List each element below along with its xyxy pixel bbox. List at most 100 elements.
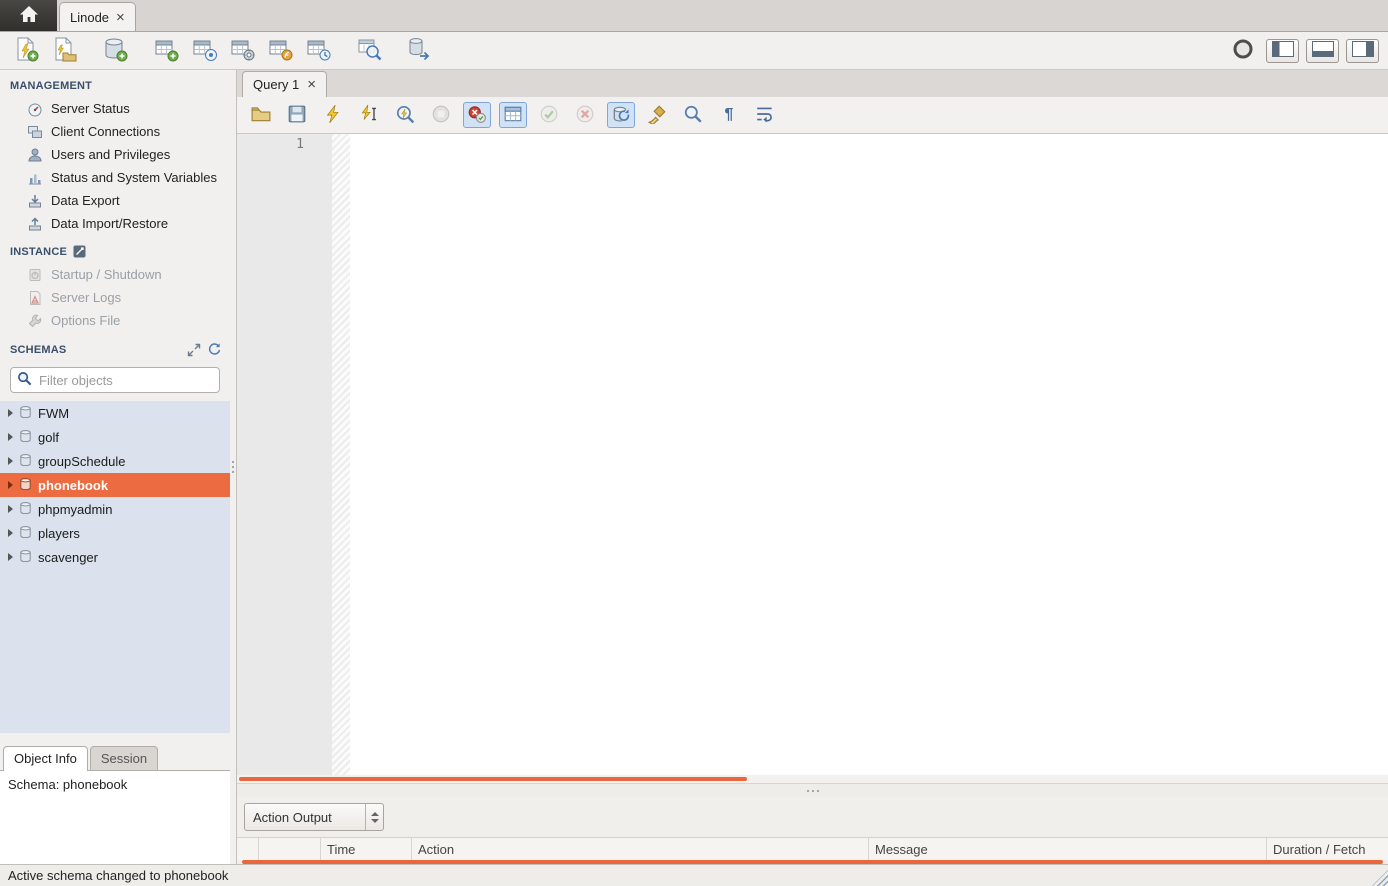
create-table-button[interactable]	[149, 36, 182, 66]
execute-statement-button[interactable]	[355, 102, 383, 128]
column-header-status[interactable]	[237, 838, 259, 860]
expander-icon[interactable]	[8, 505, 13, 513]
tab-label: Session	[101, 751, 147, 766]
new-query-tab-button[interactable]	[9, 36, 42, 66]
limit-rows-button[interactable]	[499, 102, 527, 128]
expander-icon[interactable]	[8, 457, 13, 465]
expander-icon[interactable]	[8, 553, 13, 561]
line-number: 1	[296, 137, 304, 152]
toggle-sidebar-icon	[1272, 41, 1294, 60]
toggle-secondary-sidebar-button[interactable]	[1346, 39, 1379, 63]
data-export-icon	[26, 193, 43, 209]
sidebar-item-options-file[interactable]: Options File	[0, 309, 230, 332]
column-header-duration[interactable]: Duration / Fetch	[1267, 838, 1388, 860]
sidebar-item-system-variables[interactable]: Status and System Variables	[0, 166, 230, 189]
close-icon[interactable]: ×	[116, 10, 125, 25]
create-event-button[interactable]	[301, 36, 334, 66]
sidebar-item-users-privileges[interactable]: Users and Privileges	[0, 143, 230, 166]
sql-editor: 1	[237, 134, 1388, 775]
column-header-index[interactable]	[259, 838, 321, 860]
main-toolbar	[0, 32, 1388, 70]
expander-icon[interactable]	[8, 409, 13, 417]
open-sql-file-button[interactable]	[247, 102, 275, 128]
tab-session[interactable]: Session	[90, 746, 158, 771]
expander-icon[interactable]	[8, 433, 13, 441]
search-table-data-button[interactable]	[352, 36, 385, 66]
column-header-action[interactable]: Action	[412, 838, 869, 860]
sidebar-item-data-import[interactable]: Data Import/Restore	[0, 212, 230, 235]
toggle-output-panel-button[interactable]	[1306, 39, 1339, 63]
sidebar-item-server-logs[interactable]: Server Logs	[0, 286, 230, 309]
execute-script-button[interactable]	[319, 102, 347, 128]
search-table-data-icon	[356, 36, 382, 65]
object-info-text: Schema: phonebook	[8, 777, 127, 792]
open-sql-script-button[interactable]	[47, 36, 80, 66]
resize-grip[interactable]	[1372, 870, 1388, 886]
tab-object-info[interactable]: Object Info	[3, 746, 88, 771]
toggle-autocommit-button[interactable]	[607, 102, 635, 128]
expander-icon[interactable]	[8, 481, 13, 489]
sidebar-item-server-status[interactable]: Server Status	[0, 97, 230, 120]
schema-row-golf[interactable]: golf	[0, 425, 230, 449]
explain-plan-button[interactable]	[391, 102, 419, 128]
toggle-sidebar-panel-button[interactable]	[1266, 39, 1299, 63]
create-stored-procedure-button[interactable]	[225, 36, 258, 66]
toolbar-right-tools	[1226, 36, 1379, 66]
commit-icon	[539, 104, 559, 127]
schema-row-phpmyadmin[interactable]: phpmyadmin	[0, 497, 230, 521]
connection-status-icon	[1232, 38, 1254, 63]
sql-editor-area: Query 1 ×	[237, 70, 1388, 864]
column-header-message[interactable]: Message	[869, 838, 1267, 860]
schema-name: scavenger	[38, 550, 98, 565]
reconnect-dbms-button[interactable]	[403, 36, 436, 66]
create-schema-button[interactable]	[98, 36, 131, 66]
expander-icon[interactable]	[8, 529, 13, 537]
sidebar-item-startup-shutdown[interactable]: Startup / Shutdown	[0, 263, 230, 286]
schema-row-players[interactable]: players	[0, 521, 230, 545]
code-area[interactable]	[350, 134, 1388, 775]
schema-icon	[19, 525, 32, 542]
schema-row-phonebook[interactable]: phonebook	[0, 473, 230, 497]
spinner-icon[interactable]	[365, 804, 383, 830]
sidebar-splitter[interactable]	[230, 70, 237, 864]
home-tab[interactable]	[0, 0, 57, 31]
open-sql-script-icon	[51, 36, 77, 65]
column-header-time[interactable]: Time	[321, 838, 412, 860]
tab-query-1[interactable]: Query 1 ×	[242, 71, 327, 97]
stop-on-error-icon	[467, 104, 487, 127]
schema-row-scavenger[interactable]: scavenger	[0, 545, 230, 569]
new-query-tab-icon	[13, 36, 39, 65]
sidebar-item-client-connections[interactable]: Client Connections	[0, 120, 230, 143]
refresh-schemas-icon[interactable]	[207, 342, 222, 357]
connection-tab[interactable]: Linode ×	[59, 2, 136, 31]
close-icon[interactable]: ×	[307, 77, 316, 92]
schema-name: players	[38, 526, 80, 541]
save-icon	[287, 104, 307, 127]
invisible-characters-button[interactable]: ¶	[715, 102, 743, 128]
create-view-button[interactable]	[187, 36, 220, 66]
window-tabstrip: Linode ×	[0, 0, 1388, 32]
expand-schemas-icon[interactable]	[187, 343, 201, 357]
toggle-stop-on-error-button[interactable]	[463, 102, 491, 128]
tab-label: Object Info	[14, 751, 77, 766]
system-variables-icon	[26, 170, 43, 186]
create-schema-icon	[102, 36, 128, 65]
schema-icon	[19, 453, 32, 470]
schema-filter-input[interactable]	[37, 372, 213, 389]
beautify-button[interactable]	[643, 102, 671, 128]
sidebar-item-label: Startup / Shutdown	[51, 267, 162, 282]
create-function-button[interactable]	[263, 36, 296, 66]
schema-row-groupschedule[interactable]: groupSchedule	[0, 449, 230, 473]
sidebar-item-data-export[interactable]: Data Export	[0, 189, 230, 212]
find-button[interactable]	[679, 102, 707, 128]
editor-margin	[332, 134, 350, 775]
wrap-text-button[interactable]	[751, 102, 779, 128]
home-icon	[19, 5, 39, 26]
hscroll-thumb[interactable]	[239, 777, 747, 781]
schema-row-fwm[interactable]: FWM	[0, 401, 230, 425]
output-view-select[interactable]: Action Output	[244, 803, 384, 831]
save-script-button[interactable]	[283, 102, 311, 128]
output-splitter[interactable]	[237, 783, 1388, 797]
status-bar: Active schema changed to phonebook	[0, 864, 1388, 886]
connection-status-button[interactable]	[1226, 36, 1259, 66]
